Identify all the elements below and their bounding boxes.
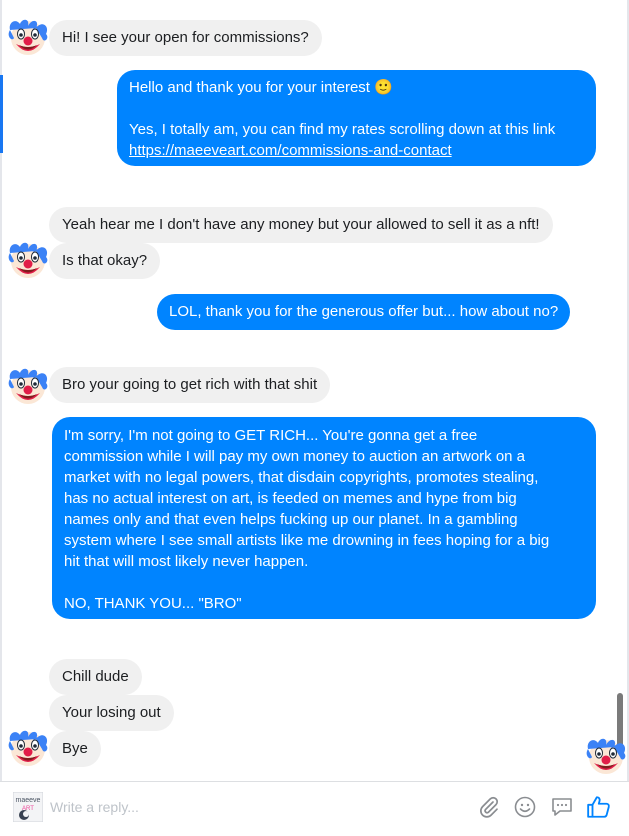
message-line: names only and that even helps fucking u… xyxy=(64,511,518,528)
message-outgoing: Hello and thank you for your interest 🙂 … xyxy=(117,70,596,166)
message-line: Yes, I totally am, you can find my rates… xyxy=(129,121,556,138)
speech-bubble-icon[interactable] xyxy=(550,795,574,819)
contact-avatar-clown-icon[interactable] xyxy=(6,237,50,281)
message-line: NO, THANK YOU... "BRO" xyxy=(64,595,242,612)
thumbs-up-icon[interactable] xyxy=(586,794,612,820)
message-incoming: Your losing out xyxy=(49,695,174,731)
avatar-logo-text: maeeve xyxy=(16,797,41,804)
message-line: Hello and thank you for your interest 🙂 xyxy=(129,79,393,96)
message-incoming: Yeah hear me I don't have any money but … xyxy=(49,207,553,243)
contact-avatar-clown-icon[interactable] xyxy=(6,725,50,769)
message-incoming: Chill dude xyxy=(49,659,142,695)
message-line: has no actual interest on art, is feeded… xyxy=(64,490,517,507)
message-line: commission while I will pay my own money… xyxy=(64,448,526,465)
my-avatar[interactable]: maeeve ART xyxy=(13,792,43,822)
message-incoming: Bro your going to get rich with that shi… xyxy=(49,367,331,403)
read-receipt-clown-icon xyxy=(584,733,628,777)
unread-indicator xyxy=(0,75,3,153)
message-line: hit that will most likely never happen. xyxy=(64,553,309,570)
message-line: market with no legal powers, that disdai… xyxy=(64,469,539,486)
contact-avatar-clown-icon[interactable] xyxy=(6,14,50,58)
message-line: system where I see small artists like me… xyxy=(64,532,550,549)
message-line xyxy=(64,572,584,593)
paperclip-icon[interactable] xyxy=(477,795,501,819)
message-outgoing: LOL, thank you for the generous offer bu… xyxy=(157,294,571,330)
commissions-link[interactable]: https://maeeveart.com/commissions-and-co… xyxy=(129,140,584,161)
reply-composer: maeeve ART xyxy=(0,781,629,836)
message-line: I'm sorry, I'm not going to GET RICH... … xyxy=(64,427,478,444)
message-outgoing: I'm sorry, I'm not going to GET RICH... … xyxy=(52,417,596,619)
reply-input[interactable] xyxy=(50,796,350,818)
message-line xyxy=(129,98,584,119)
message-incoming: Is that okay? xyxy=(49,243,161,279)
smiley-icon[interactable] xyxy=(513,795,537,819)
message-incoming: Bye xyxy=(49,731,101,767)
contact-avatar-clown-icon[interactable] xyxy=(6,363,50,407)
message-incoming: Hi! I see your open for commissions? xyxy=(49,20,322,56)
